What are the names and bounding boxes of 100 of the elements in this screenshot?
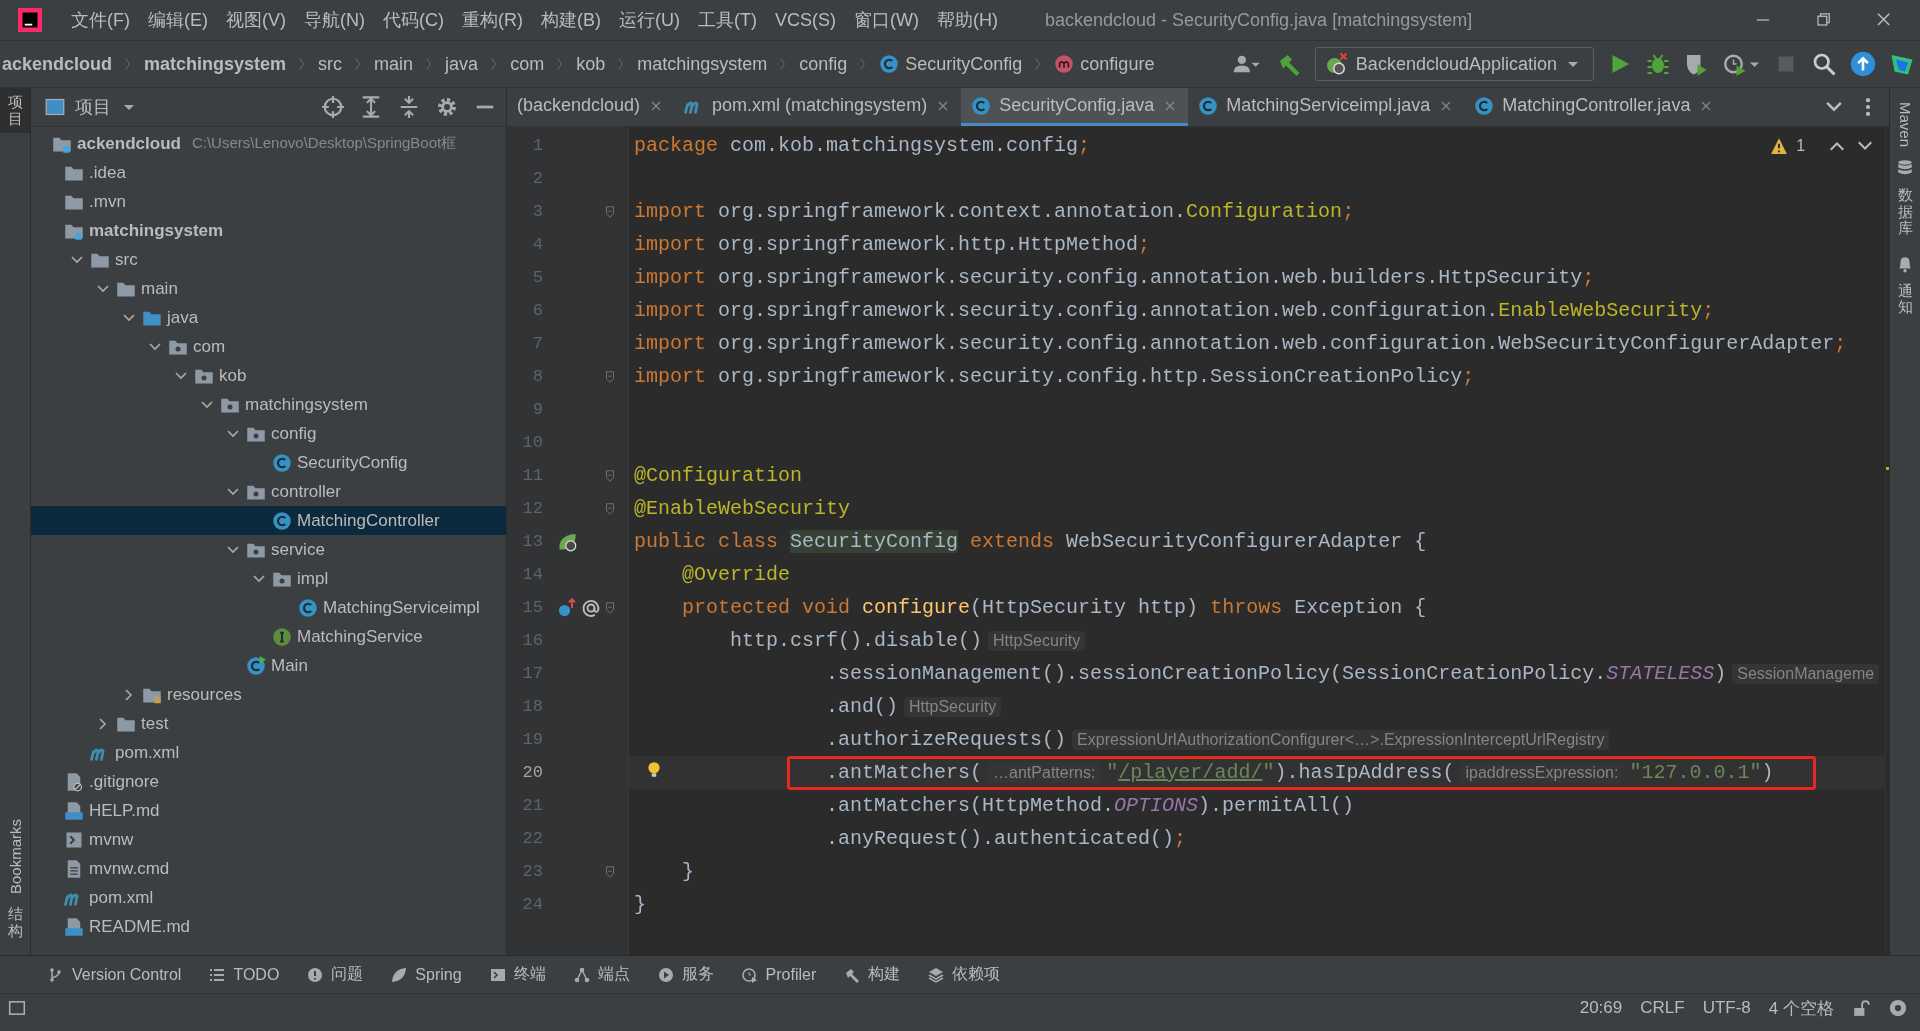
tree-item[interactable]: main	[31, 274, 506, 303]
override-icon[interactable]	[557, 597, 577, 618]
status-item[interactable]: UTF-8	[1702, 998, 1751, 1018]
collapse-all-icon[interactable]	[398, 96, 420, 118]
menu-item[interactable]: 窗口(W)	[845, 8, 928, 32]
update-icon[interactable]	[1850, 51, 1876, 77]
tree-item[interactable]: impl	[31, 564, 506, 593]
tree-item[interactable]: .idea	[31, 158, 506, 187]
fold-icon[interactable]	[603, 500, 617, 517]
lock-icon[interactable]	[1852, 999, 1870, 1017]
search-icon[interactable]	[1812, 52, 1836, 76]
side-tab[interactable]: 通知	[1890, 278, 1920, 328]
breadcrumb[interactable]: kob	[574, 53, 608, 75]
breadcrumb[interactable]: com	[508, 53, 547, 75]
tree-item[interactable]: java	[31, 303, 506, 332]
side-tab[interactable]: Bookmarks	[6, 812, 24, 900]
tool-window-button[interactable]: 问题	[307, 964, 364, 985]
warning-count[interactable]: 1	[1796, 136, 1806, 155]
settings-icon[interactable]	[436, 96, 458, 118]
tree-item[interactable]: MatchingServiceimpl	[31, 593, 506, 622]
editor-tab[interactable]: SecurityConfig.java	[961, 88, 1189, 126]
breadcrumb[interactable]: main	[372, 53, 416, 75]
tool-window-button[interactable]: 终端	[489, 964, 546, 985]
tree-item[interactable]: MatchingController	[31, 506, 506, 535]
annotation-icon[interactable]	[581, 597, 601, 618]
tool-window-button[interactable]: Spring	[391, 965, 462, 984]
tree-item[interactable]: pom.xml	[31, 738, 506, 767]
side-tab[interactable]: Maven	[1896, 96, 1914, 154]
debug-icon[interactable]	[1646, 52, 1670, 76]
breadcrumb[interactable]: ackendcloud	[0, 53, 115, 75]
bell-icon[interactable]	[1896, 254, 1914, 273]
breadcrumb[interactable]: SecurityConfig	[877, 53, 1025, 75]
tree-item[interactable]: Main	[31, 651, 506, 680]
tree-item[interactable]: service	[31, 535, 506, 564]
editor-tab[interactable]: pom.xml (matchingsystem)	[674, 88, 962, 126]
profile-icon[interactable]	[1722, 52, 1760, 76]
tree-item[interactable]: resources	[31, 680, 506, 709]
breadcrumb[interactable]: matchingsystem	[635, 53, 770, 75]
tree-item[interactable]: src	[31, 245, 506, 274]
menu-item[interactable]: 帮助(H)	[927, 8, 1007, 32]
menu-item[interactable]: 工具(T)	[689, 8, 766, 32]
tool-window-button[interactable]: Profiler	[741, 965, 817, 984]
tree-item[interactable]: test	[31, 709, 506, 738]
locate-icon[interactable]	[322, 96, 344, 118]
fold-icon[interactable]	[603, 203, 617, 220]
menu-item[interactable]: 编辑(E)	[139, 8, 217, 32]
lightbulb-icon[interactable]	[645, 760, 663, 780]
fold-icon[interactable]	[603, 368, 617, 385]
expand-all-icon[interactable]	[360, 96, 382, 118]
tree-item[interactable]: pom.xml	[31, 883, 506, 912]
menu-item[interactable]: 构建(B)	[532, 8, 610, 32]
tree-item[interactable]: SecurityConfig	[31, 448, 506, 477]
tree-item[interactable]: .gitignore	[31, 767, 506, 796]
tree-item[interactable]: README.md	[31, 912, 506, 941]
menu-item[interactable]: VCS(S)	[765, 9, 845, 31]
tool-window-button[interactable]: 构建	[844, 964, 901, 985]
fold-icon[interactable]	[603, 863, 617, 880]
breadcrumb[interactable]: config	[797, 53, 850, 75]
bean-icon[interactable]	[557, 531, 577, 552]
tool-window-button[interactable]: 服务	[657, 964, 714, 985]
tool-window-button[interactable]: 依赖项	[928, 964, 1001, 985]
app-logo-icon[interactable]	[18, 8, 42, 32]
coverage-icon[interactable]	[1684, 52, 1708, 76]
menu-item[interactable]: 视图(V)	[217, 8, 295, 32]
breadcrumb[interactable]: java	[443, 53, 481, 75]
tree-item[interactable]: kob	[31, 361, 506, 390]
tool-window-button[interactable]: 端点	[573, 964, 630, 985]
status-item[interactable]: 4 个空格	[1768, 996, 1834, 1020]
run-configuration-dropdown[interactable]: BackendcloudApplication	[1314, 47, 1594, 81]
tree-item[interactable]: com	[31, 332, 506, 361]
editor-tab[interactable]: (backendcloud)	[507, 88, 675, 126]
menu-item[interactable]: 代码(C)	[374, 8, 453, 32]
side-tab[interactable]: 项目	[0, 88, 30, 133]
tree-item[interactable]: matchingsystem	[31, 390, 506, 419]
side-tab[interactable]: 结构	[0, 900, 30, 945]
tree-item[interactable]: matchingsystem	[31, 216, 506, 245]
menu-item[interactable]: 导航(N)	[295, 8, 374, 32]
fold-icon[interactable]	[603, 467, 617, 484]
menu-item[interactable]: 重构(R)	[453, 8, 532, 32]
menu-item[interactable]: 文件(F)	[62, 8, 139, 32]
editor-tab[interactable]: MatchingController.java	[1464, 88, 1725, 126]
warning-icon[interactable]	[1770, 136, 1789, 155]
tree-item[interactable]: mvnw	[31, 825, 506, 854]
tool-window-button[interactable]: TODO	[209, 965, 280, 984]
project-view-dropdown[interactable]: 项目	[45, 95, 137, 119]
status-item[interactable]: CRLF	[1640, 998, 1685, 1018]
breadcrumb[interactable]: src	[316, 53, 345, 75]
editor-tab[interactable]: MatchingServiceimpl.java	[1188, 88, 1465, 126]
layout-icon[interactable]	[8, 999, 26, 1017]
breadcrumb[interactable]: configure	[1052, 53, 1157, 75]
status-item[interactable]: 20:69	[1579, 998, 1623, 1018]
tree-item[interactable]: HELP.md	[31, 796, 506, 825]
tree-item[interactable]: ackendcloud C:\Users\Lenovo\Desktop\SpringBoot框	[31, 129, 506, 158]
tool-window-button[interactable]: Version Control	[48, 965, 182, 984]
tree-item[interactable]: config	[31, 419, 506, 448]
side-tab[interactable]: 数据库	[1890, 183, 1920, 249]
menu-item[interactable]: 运行(U)	[610, 8, 689, 32]
tree-item[interactable]: .mvn	[31, 187, 506, 216]
breadcrumb[interactable]: matchingsystem	[142, 53, 289, 75]
tree-item[interactable]: MatchingService	[31, 622, 506, 651]
